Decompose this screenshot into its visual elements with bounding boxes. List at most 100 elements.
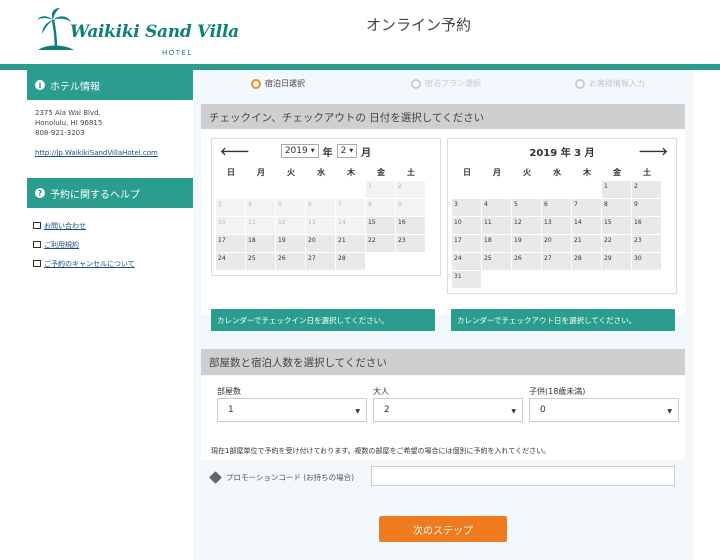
february-days: 1 2 3 4 5 6 7 8 9 10 11 12 13 14 15 16 1… bbox=[212, 181, 440, 275]
phone-number: 808-921-3203 bbox=[35, 129, 85, 137]
step-date-selection: 宿泊日選択 bbox=[251, 78, 305, 89]
promo-code-input[interactable] bbox=[371, 466, 675, 486]
help-item-label: ご予約のキャンセルについて bbox=[44, 259, 135, 268]
day-cell[interactable]: 17 bbox=[452, 235, 481, 252]
day-cell[interactable]: 7 bbox=[572, 199, 601, 216]
calendar-title: 2019 年 3 月 bbox=[529, 147, 595, 159]
date-section-heading: チェックイン、チェックアウトの 日付を選択してください bbox=[201, 104, 685, 130]
day-cell[interactable]: 11 bbox=[482, 217, 511, 234]
info-icon: i bbox=[35, 80, 45, 90]
day-cell: 14 bbox=[336, 217, 365, 234]
calendar-header: 2019 年 3 月 🡒 bbox=[448, 139, 676, 163]
day-cell[interactable]: 27 bbox=[542, 253, 571, 270]
day-cell[interactable]: 24 bbox=[452, 253, 481, 270]
day-cell[interactable]: 15 bbox=[366, 217, 395, 234]
room-guest-panel: 部屋数 1 ▼ 大人 2 ▼ 子供(18歳未満) 0 ▼ 現在1部屋単位で予約を… bbox=[201, 376, 685, 460]
rooms-select[interactable]: 1 ▼ bbox=[217, 398, 367, 422]
chevron-down-icon: ▼ bbox=[355, 408, 360, 415]
address-line-1: 2375 Ala Wai Blvd. bbox=[35, 109, 101, 117]
sidebar: i ホテル情報 2375 Ala Wai Blvd. Honolulu, HI … bbox=[27, 70, 193, 560]
day-cell[interactable]: 26 bbox=[276, 253, 305, 270]
step-circle-icon bbox=[411, 78, 421, 89]
arrow-left-icon[interactable]: 🡐 bbox=[220, 144, 250, 158]
weekday-row: 日月火水木金土 bbox=[463, 167, 651, 177]
day-cell[interactable]: 16 bbox=[632, 217, 661, 234]
calendar-header: 🡐 2019 ▼ 年 2 ▼ 月 bbox=[212, 139, 440, 163]
rooms-field: 部屋数 1 ▼ bbox=[217, 386, 367, 422]
year-select[interactable]: 2019 ▼ bbox=[280, 144, 319, 158]
day-cell: 1 bbox=[366, 181, 395, 198]
help-heading: ? 予約に関するヘルプ bbox=[27, 178, 193, 208]
day-cell[interactable]: 5 bbox=[512, 199, 541, 216]
day-cell[interactable]: 4 bbox=[482, 199, 511, 216]
day-cell[interactable]: 3 bbox=[452, 199, 481, 216]
day-cell[interactable]: 17 bbox=[216, 235, 245, 252]
day-cell[interactable]: 1 bbox=[602, 181, 631, 198]
promo-label: プロモーションコード (お持ちの場合) bbox=[209, 471, 354, 484]
step-guest-info: お客様情報入力 bbox=[575, 78, 645, 89]
day-cell[interactable]: 31 bbox=[452, 271, 481, 288]
day-cell[interactable]: 21 bbox=[572, 235, 601, 252]
help-item-terms[interactable]: ご利用規約 bbox=[33, 235, 187, 254]
hotel-logo[interactable]: Waikiki Sand Villa HOTEL bbox=[36, 8, 239, 60]
day-cell[interactable]: 20 bbox=[306, 235, 335, 252]
hotel-address: 2375 Ala Wai Blvd. Honolulu, HI 96815 80… bbox=[27, 100, 193, 166]
help-item-contact[interactable]: お問い合わせ bbox=[33, 216, 187, 235]
day-cell[interactable]: 24 bbox=[216, 253, 245, 270]
checkout-hint: カレンダーでチェックアウト日を選択してください。 bbox=[451, 309, 675, 331]
day-cell[interactable]: 25 bbox=[246, 253, 275, 270]
year-suffix: 年 bbox=[322, 147, 333, 159]
day-cell[interactable]: 12 bbox=[512, 217, 541, 234]
day-cell[interactable]: 16 bbox=[396, 217, 425, 234]
help-item-cancellation[interactable]: ご予約のキャンセルについて bbox=[33, 254, 187, 273]
day-cell[interactable]: 13 bbox=[542, 217, 571, 234]
march-days: 1 2 3 4 5 6 7 8 9 10 11 12 13 14 15 16 1… bbox=[448, 181, 676, 293]
page-title: オンライン予約 bbox=[366, 16, 472, 34]
children-select[interactable]: 0 ▼ bbox=[529, 398, 679, 422]
arrow-right-icon[interactable]: 🡒 bbox=[639, 144, 669, 158]
room-note: 現在1部屋単位で予約を受け付けております。複数の部屋をご希望の場合には個別に予約… bbox=[211, 447, 551, 455]
day-cell[interactable]: 30 bbox=[632, 253, 661, 270]
day-cell[interactable]: 22 bbox=[602, 235, 631, 252]
day-cell[interactable]: 27 bbox=[306, 253, 335, 270]
day-cell[interactable]: 28 bbox=[572, 253, 601, 270]
envelope-icon bbox=[33, 222, 41, 229]
next-step-button[interactable]: 次のステップ bbox=[379, 516, 507, 542]
children-field: 子供(18歳未満) 0 ▼ bbox=[529, 386, 679, 422]
day-cell[interactable]: 25 bbox=[482, 253, 511, 270]
step-circle-icon bbox=[251, 78, 261, 89]
day-cell[interactable]: 14 bbox=[572, 217, 601, 234]
day-cell[interactable]: 18 bbox=[482, 235, 511, 252]
day-cell[interactable]: 29 bbox=[602, 253, 631, 270]
header: Waikiki Sand Villa HOTEL オンライン予約 bbox=[0, 0, 720, 66]
step-label: 宿泊プラン選択 bbox=[425, 79, 481, 88]
progress-steps: 宿泊日選択 宿泊プラン選択 お客様情報入力 bbox=[193, 70, 693, 100]
day-cell[interactable]: 15 bbox=[602, 217, 631, 234]
day-cell[interactable]: 2 bbox=[632, 181, 661, 198]
main-content: 宿泊日選択 宿泊プラン選択 お客様情報入力 チェックイン、チェックアウトの 日付… bbox=[193, 70, 693, 560]
logo-text: Waikiki Sand Villa bbox=[70, 22, 239, 42]
day-cell: 4 bbox=[246, 199, 275, 216]
day-cell[interactable]: 28 bbox=[336, 253, 365, 270]
day-cell[interactable]: 18 bbox=[246, 235, 275, 252]
day-cell[interactable]: 26 bbox=[512, 253, 541, 270]
checkin-hint: カレンダーでチェックイン日を選択してください。 bbox=[211, 309, 435, 331]
day-cell[interactable]: 6 bbox=[542, 199, 571, 216]
day-cell[interactable]: 21 bbox=[336, 235, 365, 252]
month-suffix: 月 bbox=[361, 147, 372, 159]
day-cell[interactable]: 19 bbox=[276, 235, 305, 252]
adults-select[interactable]: 2 ▼ bbox=[373, 398, 523, 422]
day-cell[interactable]: 9 bbox=[632, 199, 661, 216]
day-cell[interactable]: 20 bbox=[542, 235, 571, 252]
day-cell[interactable]: 19 bbox=[512, 235, 541, 252]
month-select[interactable]: 2 ▼ bbox=[336, 144, 358, 158]
day-cell[interactable]: 23 bbox=[396, 235, 425, 252]
website-link[interactable]: http://jp.WaikikiSandVillaHotel.com bbox=[35, 148, 185, 158]
day-cell[interactable]: 8 bbox=[602, 199, 631, 216]
day-cell[interactable]: 22 bbox=[366, 235, 395, 252]
day-cell[interactable]: 10 bbox=[452, 217, 481, 234]
day-cell[interactable]: 23 bbox=[632, 235, 661, 252]
hotel-info-heading: i ホテル情報 bbox=[27, 70, 193, 100]
question-icon: ? bbox=[35, 188, 45, 198]
help-heading-label: 予約に関するヘルプ bbox=[50, 189, 140, 201]
